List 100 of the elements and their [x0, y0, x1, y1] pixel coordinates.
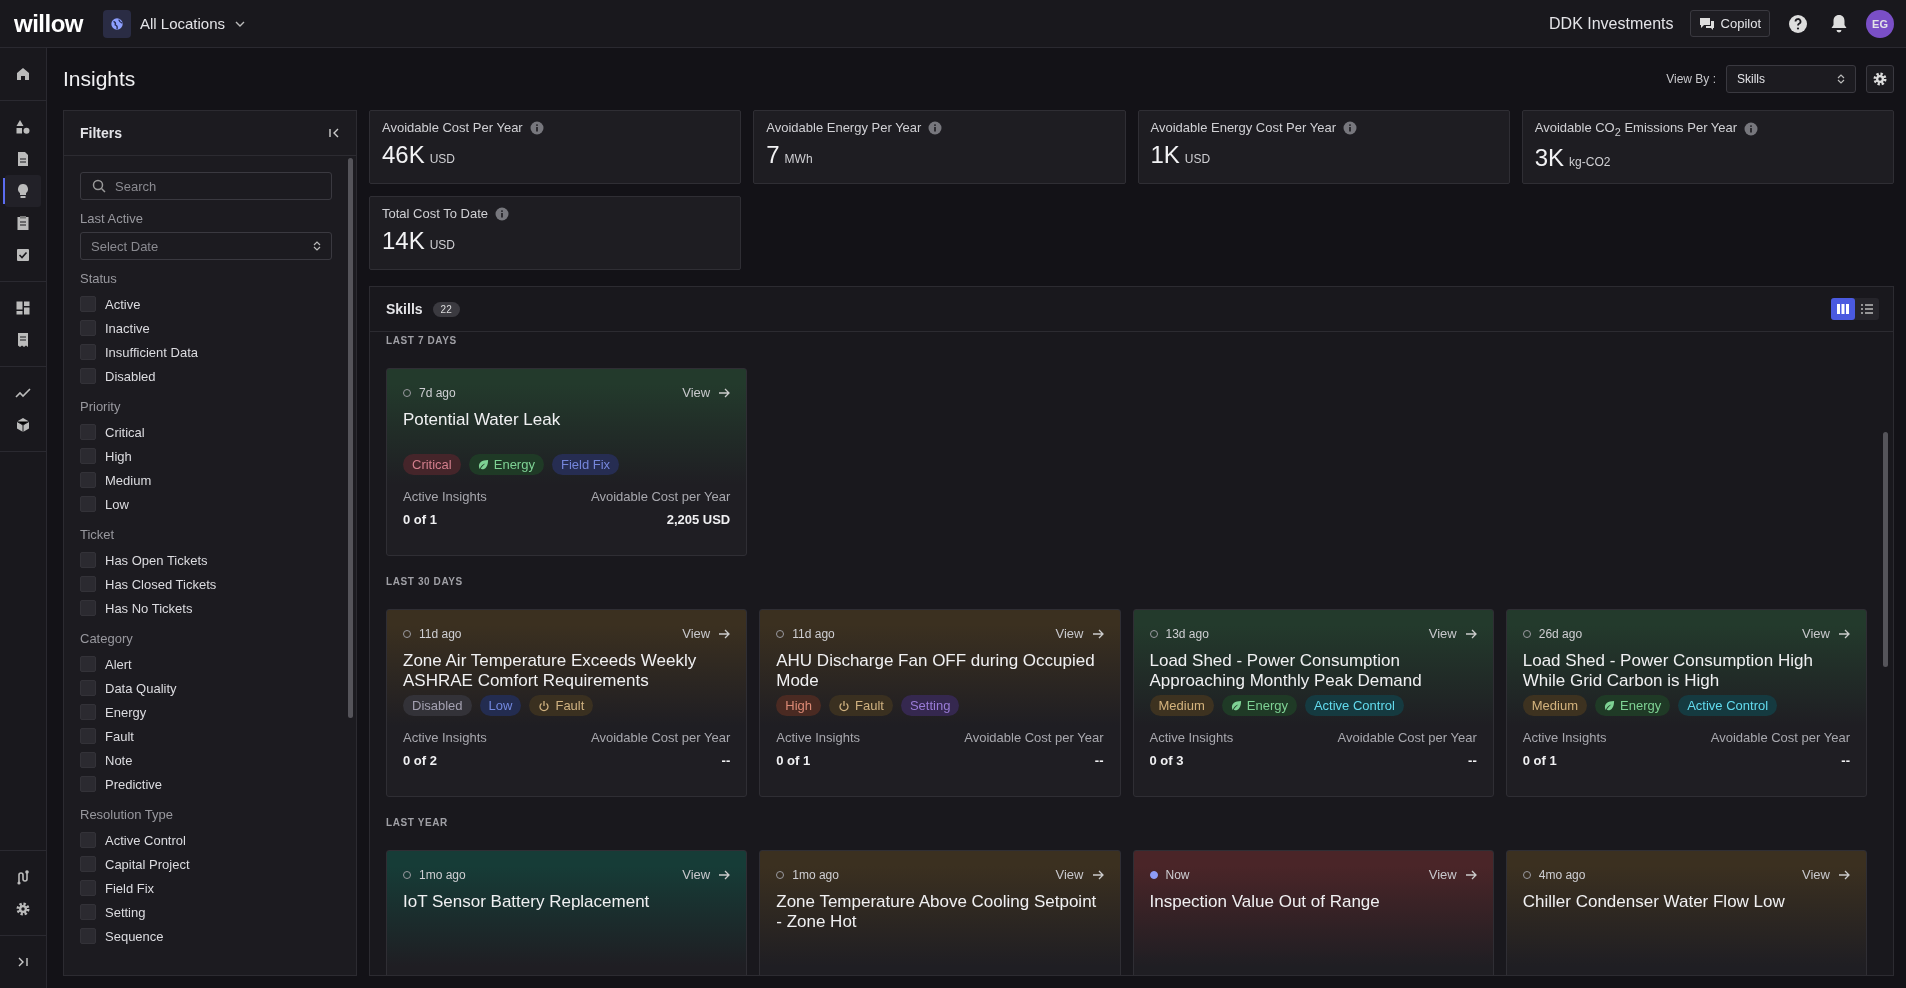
checkbox[interactable] [80, 448, 96, 464]
checkbox[interactable] [80, 928, 96, 944]
filter-option-label[interactable]: Medium [105, 472, 152, 488]
tag: Fault [529, 695, 594, 716]
skill-card[interactable]: 11d ago View Zone Air Temperature Exceeds Weekly ASHRAE Comfort Requirements Disabled Low Fault Active Insights 0 of 2 Avoidable Cost per Year -- [386, 609, 748, 797]
checkbox[interactable] [80, 600, 96, 616]
info-icon[interactable] [495, 206, 509, 221]
count-badge: 22 [432, 301, 460, 317]
columns-icon [1837, 304, 1849, 314]
filter-option-label[interactable]: Has No Tickets [105, 600, 193, 616]
logo[interactable]: willow [14, 9, 83, 38]
checkbox[interactable] [80, 904, 96, 920]
card-title: Inspection Value Out of Range [1149, 892, 1381, 913]
checkbox[interactable] [80, 320, 96, 336]
skill-card[interactable]: Now View Inspection Value Out of Range [1132, 850, 1494, 975]
skill-card[interactable]: 13d ago View Load Shed - Power Consumption Approaching Monthly Peak Demand Medium Energy Active Control Active Insights 0 of 3 Avoidable Cost per Year -- [1132, 609, 1494, 797]
view-link[interactable]: View [1428, 626, 1477, 641]
info-icon[interactable] [1744, 121, 1759, 136]
filter-option-label[interactable]: Energy [105, 704, 147, 720]
view-link[interactable]: View [1055, 626, 1104, 641]
filter-option-label[interactable]: Predictive [105, 776, 163, 792]
stat-value: 0 of 1 [776, 753, 812, 768]
filter-option-label[interactable]: Field Fix [105, 880, 155, 896]
checkbox[interactable] [80, 832, 96, 848]
arrow-right-icon [1091, 627, 1104, 640]
filter-option-label[interactable]: Sequence [105, 928, 164, 944]
checkbox[interactable] [80, 776, 96, 792]
settings-button[interactable] [1866, 65, 1894, 93]
skill-card[interactable]: 4mo ago View Chiller Condenser Water Flow Low [1505, 850, 1867, 975]
filter-option-label[interactable]: Active Control [105, 832, 186, 848]
info-icon[interactable] [1343, 120, 1357, 135]
filter-option-label[interactable]: Critical [105, 424, 145, 440]
filter-option-label[interactable]: Data Quality [105, 680, 177, 696]
copilot-button[interactable]: Copilot [1689, 10, 1770, 37]
settings-icon [15, 901, 31, 917]
stat-label: Active Insights [1149, 730, 1234, 745]
checkbox[interactable] [80, 576, 96, 592]
checkbox[interactable] [80, 728, 96, 744]
checkbox[interactable] [80, 656, 96, 672]
info-icon[interactable] [529, 120, 544, 135]
filter-option-label[interactable]: Has Open Tickets [105, 552, 208, 568]
metric-value: 46K [382, 141, 425, 169]
checkbox[interactable] [80, 344, 96, 360]
card-age: Now [1165, 867, 1190, 882]
rail-bulb-item[interactable] [5, 175, 41, 207]
checkbox[interactable] [80, 856, 96, 872]
view-link[interactable]: View [1055, 867, 1104, 882]
view-link[interactable]: View [1428, 867, 1477, 882]
bell-icon[interactable] [1830, 13, 1848, 34]
filter-option-label[interactable]: Active [105, 296, 141, 312]
skill-card[interactable]: 11d ago View AHU Discharge Fan OFF during Occupied Mode High Fault Setting Active Insights 0 of 1 Avoidable Cost per Year -- [759, 609, 1121, 797]
checkbox[interactable] [80, 552, 96, 568]
view-link[interactable]: View [1802, 867, 1850, 882]
view-link[interactable]: View [682, 867, 731, 882]
filter-option-label[interactable]: Fault [105, 728, 134, 744]
metric-label: Total Cost To Date [382, 206, 488, 221]
filter-heading: Category [80, 631, 134, 646]
collapse-icon[interactable] [328, 127, 340, 139]
checkbox[interactable] [80, 752, 96, 768]
filter-option-label[interactable]: Low [105, 496, 129, 512]
checkbox[interactable] [80, 680, 96, 696]
help-icon[interactable] [1788, 13, 1808, 34]
view-by-select[interactable]: Skills [1726, 65, 1856, 93]
date-select[interactable]: Select Date [80, 232, 332, 260]
filter-option-label[interactable]: Note [105, 752, 133, 768]
checkbox[interactable] [80, 880, 96, 896]
checkbox[interactable] [80, 472, 96, 488]
skill-card[interactable]: 7d ago View Potential Water Leak Critical Energy Field Fix Active Insights 0 of 1 Avoidable Cost per Year 2,205 USD [386, 368, 748, 556]
checkbox[interactable] [80, 496, 96, 512]
company-name[interactable]: DDK Investments [1549, 14, 1674, 33]
view-link[interactable]: View [1802, 626, 1850, 641]
filter-option-label[interactable]: Alert [105, 656, 132, 672]
expand-icon [17, 956, 29, 968]
checkbox[interactable] [80, 296, 96, 312]
location-selector[interactable]: All Locations [103, 9, 247, 38]
filter-option-label[interactable]: Insufficient Data [105, 344, 198, 360]
filter-option-label[interactable]: Has Closed Tickets [105, 576, 217, 592]
stat-value: 0 of 1 [1522, 753, 1558, 768]
card-age: 11d ago [792, 626, 835, 641]
metric-unit: USD [1184, 152, 1211, 166]
card-title: Potential Water Leak [403, 410, 562, 431]
filter-option-label[interactable]: High [105, 448, 132, 464]
skill-card[interactable]: 1mo ago View Zone Temperature Above Cooling Setpoint - Zone Hot [759, 850, 1121, 975]
search-field[interactable]: Search [80, 172, 332, 200]
checkbox[interactable] [80, 368, 96, 384]
tag: Energy [468, 454, 544, 475]
grid-view-button[interactable] [1831, 298, 1855, 320]
checkbox[interactable] [80, 424, 96, 440]
filter-option-label[interactable]: Disabled [105, 368, 156, 384]
user-avatar[interactable]: EG [1866, 9, 1894, 38]
filter-option-label[interactable]: Capital Project [105, 856, 190, 872]
checkbox[interactable] [80, 704, 96, 720]
info-icon[interactable] [928, 120, 943, 135]
stat-value: 0 of 1 [403, 512, 438, 527]
view-link[interactable]: View [682, 385, 731, 400]
skill-card[interactable]: 26d ago View Load Shed - Power Consumption High While Grid Carbon is High Medium Energy Active Control Active Insights 0 of 1 Avoidable Cost per Year -- [1505, 609, 1867, 797]
filter-option-label[interactable]: Setting [105, 904, 146, 920]
skill-card[interactable]: 1mo ago View IoT Sensor Battery Replacement [386, 850, 748, 975]
view-link[interactable]: View [682, 626, 731, 641]
filter-option-label[interactable]: Inactive [105, 320, 150, 336]
